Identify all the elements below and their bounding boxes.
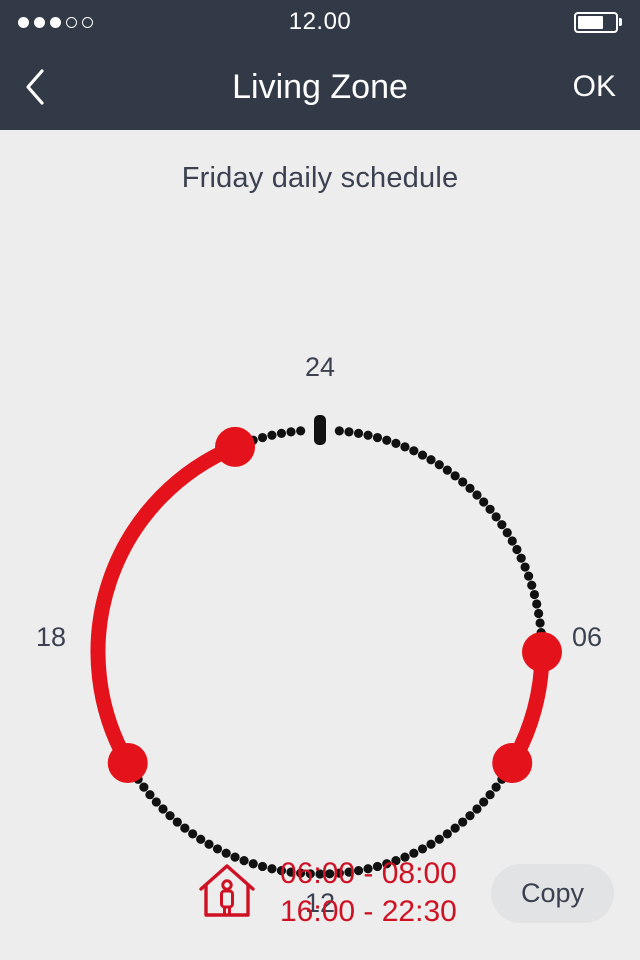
dial-hour-dot [334,426,344,436]
home-occupied-icon [196,859,258,928]
battery-cap [619,18,622,26]
dial-handle-segment2-start[interactable] [107,743,148,783]
dial-hour-dot [145,790,155,800]
dial-hour-dot [372,432,383,443]
dial-hour-dot [165,811,175,821]
dial-hour-dot [532,599,542,609]
dial-handle-segment1-end[interactable] [492,743,533,783]
dial-hour-dot [363,430,373,440]
schedule-summary-bar: 06:00 - 08:00 16:00 - 22:30 Copy [0,826,640,960]
dial-hour-dot [409,446,419,456]
dial-label-top: 24 [304,352,336,382]
back-button[interactable] [24,65,68,109]
dial-segment-arc-2[interactable] [90,439,243,771]
signal-dot-empty [66,16,77,28]
dial-hour-dot [465,811,475,821]
dial-hour-dot [417,450,428,460]
signal-dot-filled [34,16,45,28]
schedule-range-2: 16:00 - 22:30 [280,895,457,928]
dial-hour-dot [257,432,268,443]
dial-hour-dot [434,460,444,470]
dial-hour-dot [296,426,306,436]
dial-hour-dot [458,477,468,487]
dial-hour-dot [479,497,489,507]
dial-hour-dot [502,528,512,538]
dial-hour-dot [485,790,495,800]
navigation-bar: Living Zone OK [0,44,640,130]
dial-hour-dot [344,427,354,437]
battery-icon [573,11,622,33]
dial-hour-dot [535,618,545,628]
dial-label-left: 18 [36,622,67,652]
chevron-left-icon [26,69,44,105]
dial-hour-dot [512,544,522,555]
dial-hour-dot [491,512,501,522]
battery-body [573,11,618,33]
dial-hour-dot [529,589,540,600]
status-bar: 12.00 [0,0,640,44]
dial-hour-dots [128,426,547,879]
dial-hour-dot [516,553,526,563]
dial-handle-segment1-start[interactable] [522,632,562,672]
dial-hour-dot [524,571,534,581]
dial-hour-dot [391,438,401,448]
signal-dot-filled [50,16,61,28]
signal-dot-filled [18,16,29,28]
dial-hour-dot [158,804,168,814]
dial-hour-dot [353,428,364,438]
dial-hour-dot [465,483,475,493]
midnight-tick [314,415,326,445]
dial-hour-dot [507,536,517,546]
dial-hour-dot [479,797,489,807]
page-title: Living Zone [232,67,408,106]
dial-hour-dot [485,504,495,514]
dial-hour-dot [520,562,530,572]
dial-hour-dot [276,428,287,438]
battery-fill-level [577,15,603,29]
dial-midnight-marker [314,415,326,445]
dial-hour-dot [267,430,277,440]
copy-button[interactable]: Copy [490,863,614,923]
dial-hour-dot [472,490,482,500]
dial-hour-dot [497,520,507,530]
confirm-button[interactable]: OK [573,70,616,104]
signal-strength-indicator [18,16,93,28]
dial-hour-dot [442,465,452,475]
dial-handle-segment2-end[interactable] [215,426,256,467]
dial-hour-dot [139,782,149,792]
dial-hour-dot [527,580,537,590]
dial-hour-dot [382,435,392,445]
schedule-time-ranges: 06:00 - 08:00 16:00 - 22:30 [280,855,457,932]
dial-hour-dot [151,797,161,807]
signal-dot-empty [82,16,93,28]
dial-hour-dot [286,427,296,437]
dial-hour-dot [491,782,501,792]
status-bar-clock: 12.00 [288,8,352,35]
dial-hour-dot [534,608,544,619]
dial-label-right: 06 [572,622,603,652]
dial-hour-dot [472,804,482,814]
dial-hour-dot [426,455,436,465]
dial-hour-dot [450,471,460,481]
schedule-range-1: 06:00 - 08:00 [280,856,457,890]
dial-hour-dot [400,442,410,452]
